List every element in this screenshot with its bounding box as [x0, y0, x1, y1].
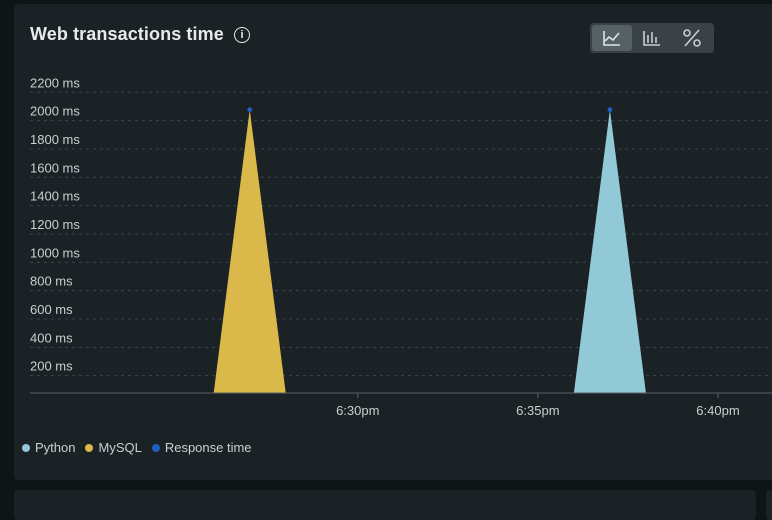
mysql-area[interactable]: [213, 109, 286, 394]
y-tick-label: 1200 ms: [30, 217, 80, 232]
x-axis-ticks: 6:30pm 6:35pm 6:40pm: [336, 393, 740, 418]
chart-area: 200 ms 400 ms 600 ms 800 ms 1000 ms 1200 ms 14…: [30, 75, 772, 418]
y-axis-ticks: 200 ms 400 ms 600 ms 800 ms 1000 ms 1200 ms 14…: [30, 75, 80, 373]
legend-swatch-python: [22, 443, 30, 452]
y-tick-label: 200 ms: [30, 359, 73, 374]
x-tick-label: 6:35pm: [516, 403, 559, 418]
y-tick-label: 600 ms: [30, 302, 73, 317]
response-time-point[interactable]: [247, 107, 253, 113]
series-layer: [213, 107, 646, 394]
response-time-point[interactable]: [607, 107, 613, 113]
next-panel-right: [766, 490, 772, 520]
legend-label-response-time: Response time: [164, 440, 252, 455]
python-area[interactable]: [573, 109, 646, 394]
x-tick-label: 6:30pm: [336, 403, 379, 418]
y-tick-label: 400 ms: [30, 330, 73, 345]
y-tick-label: 1000 ms: [30, 245, 80, 260]
legend-label-mysql: MySQL: [98, 440, 142, 455]
y-tick-label: 800 ms: [30, 274, 73, 289]
y-tick-label: 1800 ms: [30, 132, 80, 147]
legend-item-response-time[interactable]: Response time: [151, 440, 252, 455]
y-tick-label: 1600 ms: [30, 160, 80, 175]
x-tick-label: 6:40pm: [696, 403, 739, 418]
y-tick-label: 1400 ms: [30, 189, 80, 204]
legend-swatch-response-time: [151, 443, 160, 452]
next-panel: [14, 490, 756, 520]
legend-swatch-mysql: [85, 443, 94, 452]
y-tick-label: 2200 ms: [30, 75, 80, 90]
legend-item-python[interactable]: Python: [22, 440, 75, 455]
legend-label-python: Python: [35, 440, 76, 455]
gridlines: [30, 91, 772, 377]
legend-item-mysql[interactable]: MySQL: [85, 440, 142, 455]
legend: Python MySQL Response time: [22, 440, 252, 455]
y-tick-label: 2000 ms: [30, 104, 80, 119]
